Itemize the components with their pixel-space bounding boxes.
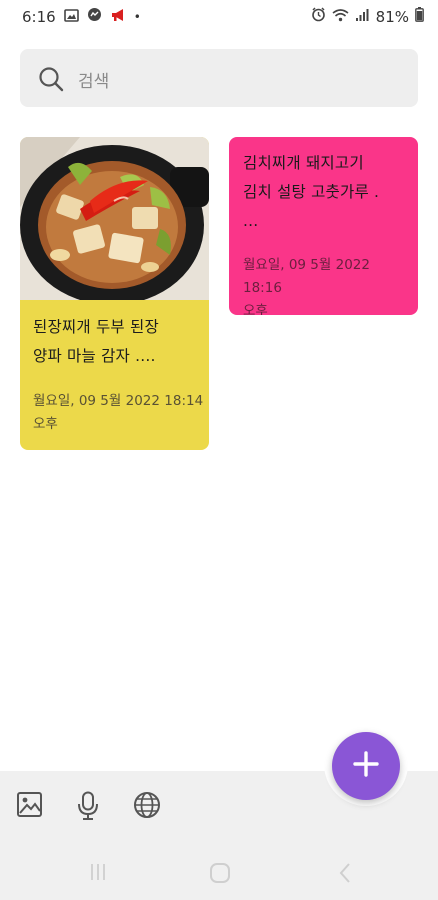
add-note-button[interactable]: [332, 732, 400, 800]
search-icon: [38, 66, 64, 96]
note-text: 된장찌개 두부 된장 양파 마늘 감자 ....: [33, 318, 159, 365]
signal-icon: [355, 8, 370, 26]
plus-icon: [351, 749, 381, 783]
note-text: 김치찌개 돼지고기 김치 설탕 고춧가루 . ...: [243, 154, 380, 230]
back-icon[interactable]: [338, 862, 352, 888]
microphone-icon[interactable]: [77, 791, 99, 825]
system-nav-bar: [0, 846, 438, 900]
globe-icon[interactable]: [133, 791, 161, 823]
recent-apps-icon[interactable]: [88, 862, 108, 886]
status-bar: 6:16 • 81%: [0, 0, 438, 34]
megaphone-icon: [110, 8, 126, 26]
wifi-icon: [332, 8, 349, 26]
search-bar[interactable]: 검색: [20, 49, 418, 107]
status-time: 6:16: [22, 7, 56, 26]
note-date: 월요일, 09 5월 2022 18:14 오후: [33, 393, 204, 432]
messenger-icon: [87, 7, 102, 26]
battery-icon: [415, 7, 424, 26]
search-placeholder: 검색: [78, 72, 110, 92]
image-icon: [63, 8, 79, 26]
alarm-icon: [311, 7, 326, 26]
note-card[interactable]: 김치찌개 돼지고기 김치 설탕 고춧가루 . ... 월요일, 09 5월 20…: [229, 137, 418, 315]
home-icon[interactable]: [209, 862, 231, 888]
note-photo: [20, 137, 209, 305]
status-dot: •: [133, 9, 141, 24]
add-image-icon[interactable]: [16, 791, 43, 822]
note-card[interactable]: 된장찌개 두부 된장 양파 마늘 감자 .... 월요일, 09 5월 2022…: [20, 137, 209, 450]
note-date: 월요일, 09 5월 2022 18:16 오후: [243, 257, 370, 315]
battery-text: 81%: [375, 7, 409, 26]
